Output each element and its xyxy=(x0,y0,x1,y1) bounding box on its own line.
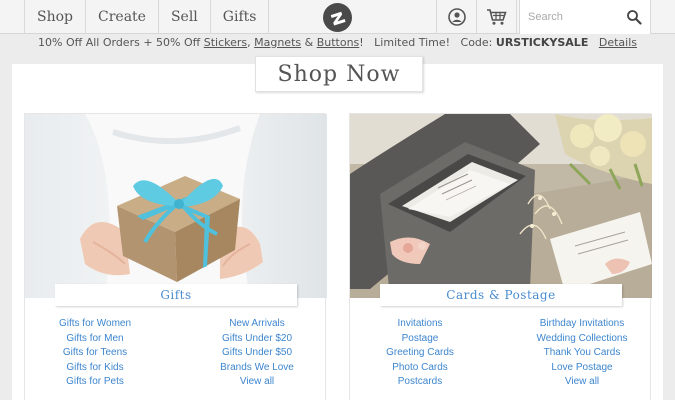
list-item[interactable]: Wedding Collections xyxy=(512,333,652,348)
list-item[interactable]: New Arrivals xyxy=(187,318,327,333)
promo-details-link[interactable]: Details xyxy=(599,36,637,49)
list-item[interactable]: Gifts for Teens xyxy=(25,347,165,362)
gifts-card: Gifts Gifts for Women Gifts for Men Gift… xyxy=(24,113,327,400)
top-navigation-bar: Shop Create Sell Gifts xyxy=(0,0,675,34)
list-item[interactable]: Photo Cards xyxy=(350,362,490,377)
promo-separator: & xyxy=(301,36,317,49)
cart-icon[interactable] xyxy=(477,0,517,34)
nav-gifts[interactable]: Gifts xyxy=(211,0,270,34)
list-item[interactable]: Love Postage xyxy=(512,362,652,377)
promo-magnets-link[interactable]: Magnets xyxy=(254,36,301,49)
list-item[interactable]: Birthday Invitations xyxy=(512,318,652,333)
gifts-title[interactable]: Gifts xyxy=(55,284,297,306)
list-item[interactable]: Gifts for Pets xyxy=(25,376,165,391)
search-box xyxy=(519,0,651,34)
list-item[interactable]: Greeting Cards xyxy=(350,347,490,362)
cards-postage-image[interactable] xyxy=(350,114,652,298)
cards-postage-title[interactable]: Cards & Postage xyxy=(380,284,622,306)
list-item[interactable]: Brands We Love xyxy=(187,362,327,377)
promo-stickers-link[interactable]: Stickers xyxy=(204,36,247,49)
list-item[interactable]: Gifts for Men xyxy=(25,333,165,348)
page-title: Shop Now xyxy=(255,56,423,92)
promo-code: URSTICKYSALE xyxy=(495,36,589,49)
list-item[interactable]: View all xyxy=(187,376,327,391)
list-item[interactable]: Gifts Under $20 xyxy=(187,333,327,348)
gifts-links-col1: Gifts for Women Gifts for Men Gifts for … xyxy=(25,318,165,391)
account-icon[interactable] xyxy=(437,0,477,34)
list-item[interactable]: Thank You Cards xyxy=(512,347,652,362)
nav-sell[interactable]: Sell xyxy=(159,0,211,34)
list-item[interactable]: Gifts for Kids xyxy=(25,362,165,377)
cards-postage-card: Cards & Postage Invitations Postage Gree… xyxy=(349,113,652,400)
main-nav: Shop Create Sell Gifts xyxy=(24,0,270,34)
list-item[interactable]: View all xyxy=(512,376,652,391)
list-item[interactable]: Invitations xyxy=(350,318,490,333)
account-tools xyxy=(436,0,517,34)
list-item[interactable]: Postcards xyxy=(350,376,490,391)
promo-banner: 10% Off All Orders + 50% Off Stickers, M… xyxy=(0,36,675,54)
search-input[interactable] xyxy=(528,9,624,25)
gifts-links-col2: New Arrivals Gifts Under $20 Gifts Under… xyxy=(187,318,327,391)
gifts-image[interactable] xyxy=(25,114,327,298)
cards-links-col1: Invitations Postage Greeting Cards Photo… xyxy=(350,318,490,391)
nav-shop[interactable]: Shop xyxy=(25,0,86,34)
promo-buttons-link[interactable]: Buttons xyxy=(317,36,360,49)
list-item[interactable]: Postage xyxy=(350,333,490,348)
promo-text-suffix: ! Limited Time! Code: xyxy=(359,36,496,49)
cards-links-col2: Birthday Invitations Wedding Collections… xyxy=(512,318,652,391)
promo-text: 10% Off All Orders + 50% Off xyxy=(38,36,204,49)
list-item[interactable]: Gifts Under $50 xyxy=(187,347,327,362)
list-item[interactable]: Gifts for Women xyxy=(25,318,165,333)
nav-create[interactable]: Create xyxy=(86,0,159,34)
zazzle-logo-icon[interactable] xyxy=(323,3,352,32)
search-icon[interactable] xyxy=(626,9,642,25)
